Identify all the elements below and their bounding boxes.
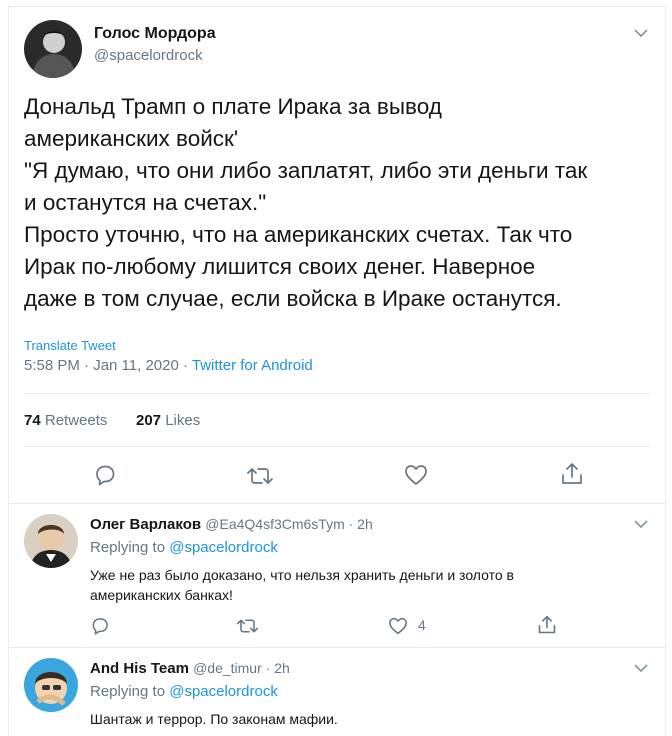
tweet-text-line: Просто уточню, что на американских счета… bbox=[24, 222, 573, 247]
author-handle[interactable]: @spacelordrock bbox=[94, 47, 203, 64]
reply-author-name[interactable]: And His Team bbox=[90, 660, 189, 677]
chevron-down-icon[interactable] bbox=[634, 663, 648, 673]
reply-avatar[interactable] bbox=[24, 514, 78, 568]
likes-stat[interactable]: 207 Likes bbox=[136, 412, 200, 429]
retweets-stat[interactable]: 74 Retweets bbox=[24, 412, 107, 429]
share-icon[interactable] bbox=[537, 614, 557, 636]
chevron-down-icon[interactable] bbox=[634, 519, 648, 529]
divider bbox=[8, 647, 666, 648]
reply-text-line: Шантаж и террор. По законам мафии. bbox=[90, 711, 338, 727]
share-icon[interactable] bbox=[560, 461, 584, 487]
likes-count: 207 bbox=[136, 412, 162, 429]
reply-author-name[interactable]: Олег Варлаков bbox=[90, 516, 201, 533]
heart-icon[interactable] bbox=[404, 464, 428, 486]
reply-icon[interactable] bbox=[93, 463, 117, 487]
tweet-source-link[interactable]: Twitter for Android bbox=[192, 357, 313, 374]
tweet-timestamp[interactable]: 5:58 PM · Jan 11, 2020 · bbox=[24, 357, 188, 374]
tweet-text-line: американских войск' bbox=[24, 126, 239, 151]
replying-to-label: Replying to bbox=[90, 683, 166, 700]
heart-icon[interactable] bbox=[388, 617, 408, 635]
likes-label: Likes bbox=[165, 412, 201, 429]
tweet-text: Дональд Трамп о плате Ирака за вывод аме… bbox=[24, 91, 654, 315]
divider bbox=[8, 503, 666, 504]
reply-author-handle[interactable]: @de_timur · 2h bbox=[193, 660, 290, 676]
reply-header: Олег Варлаков @Ea4Q4sf3Cm6sTym · 2h bbox=[90, 516, 373, 533]
reply-text: Шантаж и террор. По законам мафии. bbox=[90, 709, 650, 729]
retweets-count: 74 bbox=[24, 412, 41, 429]
reply-avatar[interactable] bbox=[24, 658, 78, 712]
translate-tweet-link[interactable]: Translate Tweet bbox=[24, 338, 116, 353]
author-name[interactable]: Голос Мордора bbox=[94, 25, 216, 43]
reply-text-line: Уже не раз было доказано, что нельзя хра… bbox=[90, 567, 514, 583]
retweet-icon[interactable] bbox=[236, 617, 259, 635]
replying-to: Replying to @spacelordrock bbox=[90, 683, 278, 700]
author-avatar[interactable] bbox=[24, 20, 82, 78]
reply-icon[interactable] bbox=[90, 616, 110, 636]
tweet-text-line: "Я думаю, что они либо заплатят, либо эт… bbox=[24, 158, 588, 183]
retweet-icon[interactable] bbox=[246, 465, 274, 487]
reply-author-handle[interactable]: @Ea4Q4sf3Cm6sTym · 2h bbox=[205, 516, 373, 532]
replying-to: Replying to @spacelordrock bbox=[90, 539, 278, 556]
tweet-meta: 5:58 PM · Jan 11, 2020 · Twitter for And… bbox=[24, 357, 313, 374]
divider bbox=[24, 446, 650, 447]
divider bbox=[24, 393, 650, 394]
chevron-down-icon[interactable] bbox=[634, 28, 648, 38]
reply-header: And His Team @de_timur · 2h bbox=[90, 660, 290, 677]
retweets-label: Retweets bbox=[44, 412, 108, 429]
tweet-text-line: и останутся на счетах." bbox=[24, 190, 267, 215]
replying-to-handle[interactable]: @spacelordrock bbox=[169, 683, 278, 700]
tweet-text-line: Ирак по-любому лишится своих денег. Наве… bbox=[24, 254, 536, 279]
tweet-text-line: Дональд Трамп о плате Ирака за вывод bbox=[24, 94, 442, 119]
tweet-text-line: даже в том случае, если войска в Ираке о… bbox=[24, 286, 562, 311]
reply-like-count: 4 bbox=[418, 617, 426, 633]
replying-to-handle[interactable]: @spacelordrock bbox=[169, 539, 278, 556]
reply-text-line: американских банках! bbox=[90, 587, 233, 603]
reply-text: Уже не раз было доказано, что нельзя хра… bbox=[90, 565, 650, 605]
replying-to-label: Replying to bbox=[90, 539, 166, 556]
